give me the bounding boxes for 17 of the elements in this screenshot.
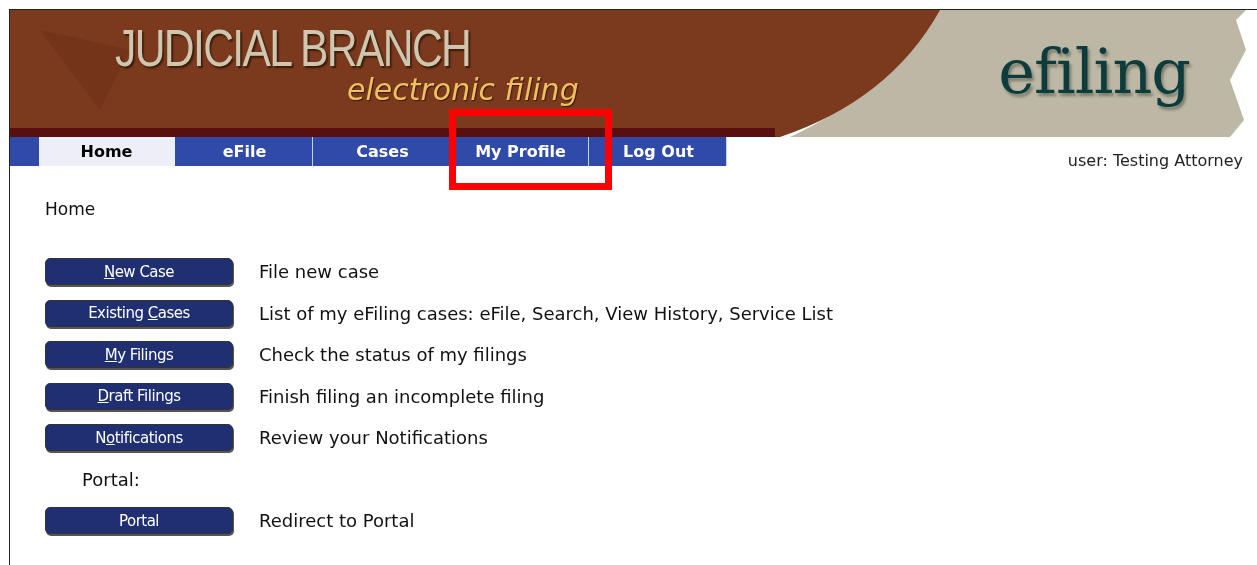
action-description: Redirect to Portal <box>259 510 415 532</box>
user-label: user: Testing Attorney <box>1067 151 1243 170</box>
action-description: Check the status of my filings <box>259 344 527 366</box>
efiling-logo: efiling <box>998 35 1190 108</box>
action-button[interactable]: Portal <box>45 507 233 535</box>
action-button[interactable]: My Filings <box>45 341 233 369</box>
action-button[interactable]: Draft Filings <box>45 382 233 410</box>
action-description: File new case <box>259 261 380 283</box>
nav-tab[interactable]: Home <box>39 137 175 166</box>
action-description: Review your Notifications <box>259 427 488 449</box>
action-button[interactable]: Notifications <box>45 424 233 452</box>
action-button[interactable]: New Case <box>45 258 233 286</box>
action-button[interactable]: Existing Cases <box>45 299 233 327</box>
breadcrumb: Home <box>45 199 97 219</box>
section-label: Portal: <box>82 468 140 490</box>
action-description: Finish filing an incomplete filing <box>259 385 545 407</box>
action-description: List of my eFiling cases: eFile, Search, View History, Service List <box>259 302 833 324</box>
